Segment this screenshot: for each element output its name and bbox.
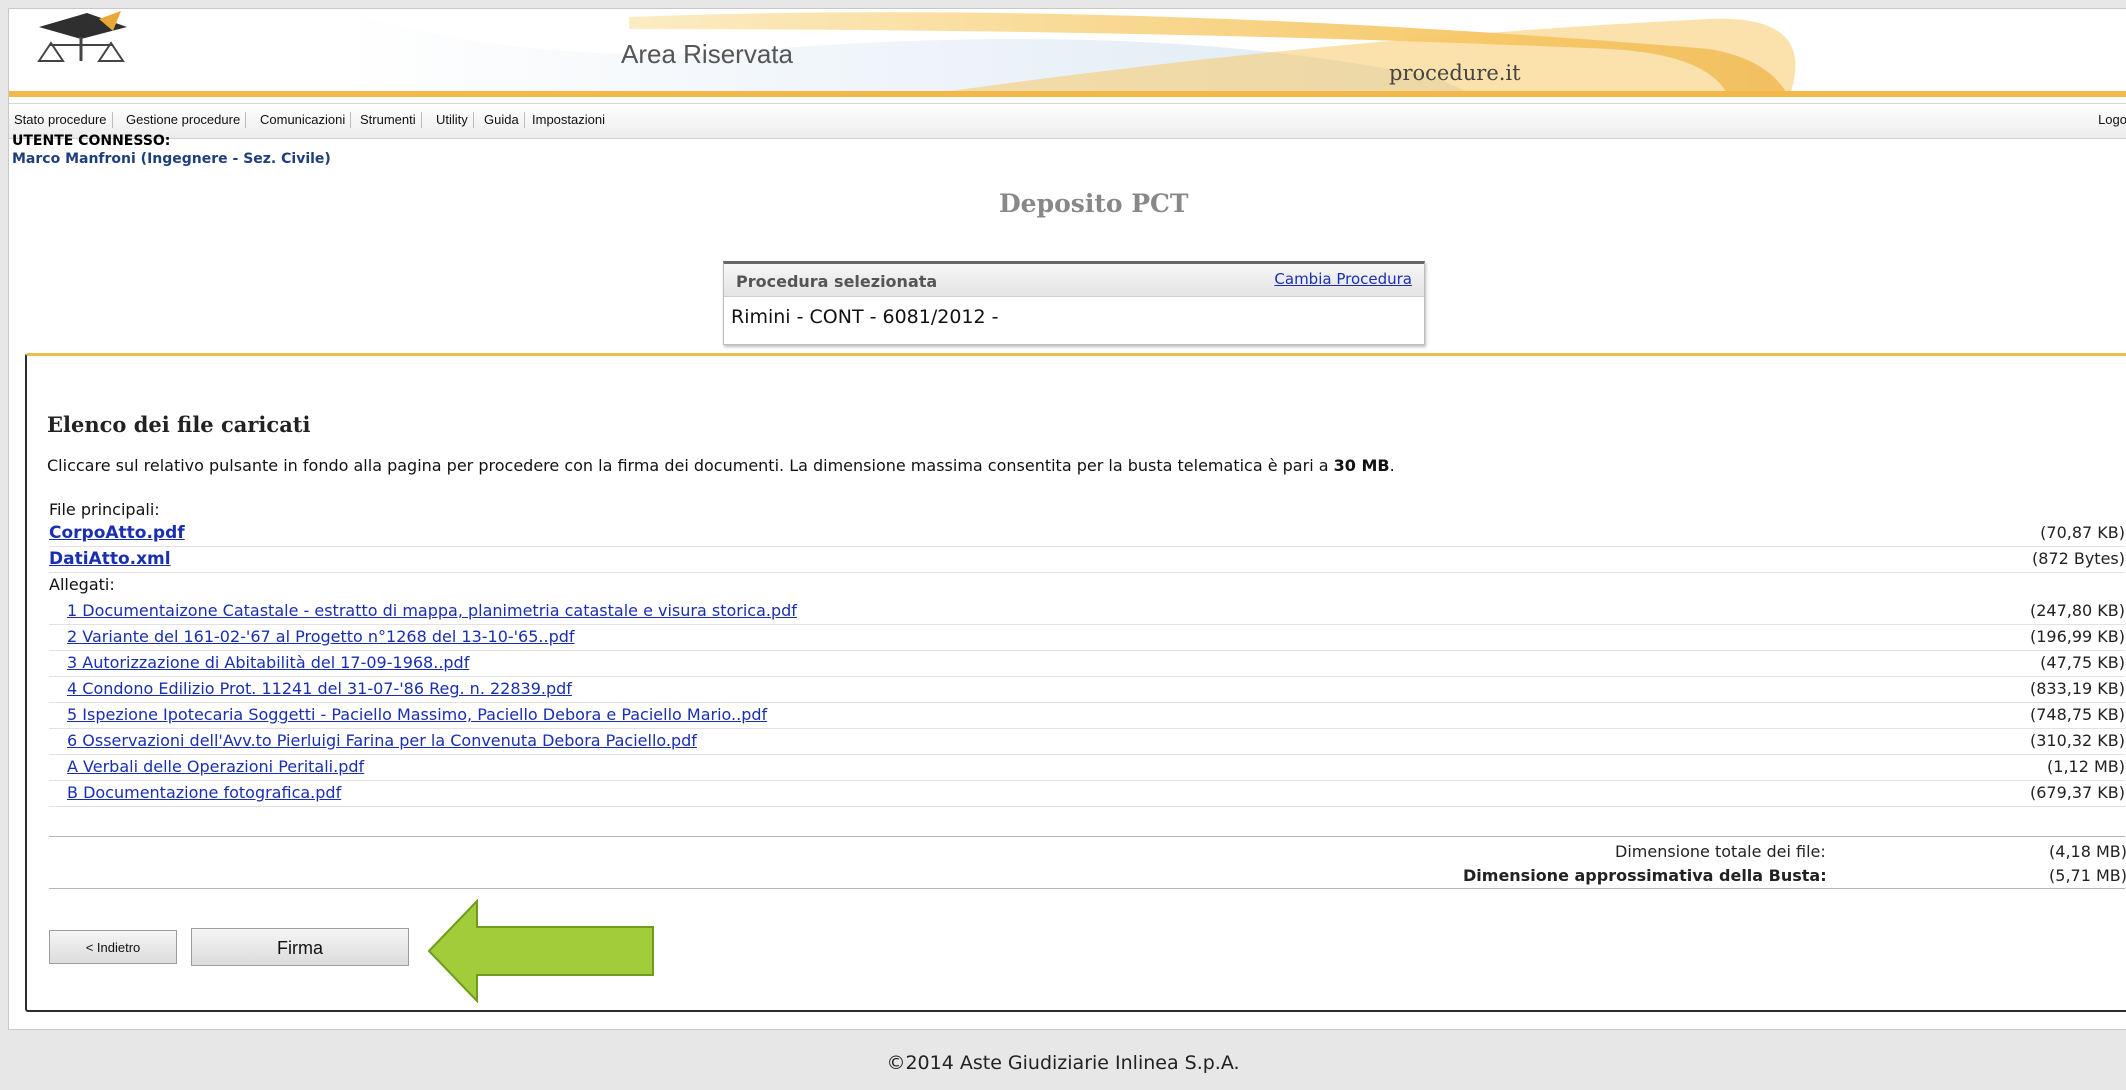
menu-impostazioni[interactable]: Impostazioni bbox=[527, 112, 610, 128]
file-size: (247,80 KB) bbox=[2029, 601, 2125, 620]
footer-copyright: ©2014 Aste Giudiziarie Inlinea S.p.A. bbox=[886, 1052, 1240, 1074]
green-arrow-icon bbox=[427, 899, 654, 1003]
section-title: Elenco dei file caricati bbox=[47, 412, 311, 437]
site-header: Area Riservata procedure.it bbox=[9, 9, 2126, 97]
procedure-box-header: Procedura selezionata Cambia Procedura bbox=[724, 264, 1424, 297]
main-files-label: File principali: bbox=[49, 500, 160, 519]
attachments-label: Allegati: bbox=[49, 575, 115, 594]
attachment-row: 5 Ispezione Ipotecaria Soggetti - Paciel… bbox=[49, 703, 2125, 729]
change-procedure-link[interactable]: Cambia Procedura bbox=[1274, 270, 1412, 288]
file-size: (196,99 KB) bbox=[2029, 627, 2125, 646]
total-size-label: Dimensione totale dei file: bbox=[1615, 842, 1826, 861]
menu-stato-procedure[interactable]: Stato procedure bbox=[9, 112, 113, 128]
attachment-row: 6 Osservazioni dell'Avv.to Pierluigi Far… bbox=[49, 729, 2125, 755]
page-title: Deposito PCT bbox=[999, 189, 1189, 218]
main-file-link[interactable]: DatiAtto.xml bbox=[49, 549, 171, 569]
attachment-link[interactable]: 2 Variante del 161-02-'67 al Progetto n°… bbox=[67, 627, 575, 646]
area-title: Area Riservata bbox=[621, 39, 793, 69]
menu-guida[interactable]: Guida bbox=[479, 112, 525, 128]
menu-comunicazioni[interactable]: Comunicazioni bbox=[255, 112, 352, 128]
main-menu: Stato procedure Gestione procedure Comun… bbox=[9, 103, 2126, 139]
connected-user-name: Marco Manfroni (Ingegnere - Sez. Civile) bbox=[12, 151, 331, 167]
attachment-link[interactable]: 1 Documentaizone Catastale - estratto di… bbox=[67, 601, 797, 620]
procedure-label: Procedura selezionata bbox=[736, 272, 938, 291]
logout-link[interactable]: Logo bbox=[2098, 112, 2126, 127]
uploaded-files-panel: Elenco dei file caricati Cliccare sul re… bbox=[25, 353, 2126, 1012]
envelope-size-label: Dimensione approssimativa della Busta: bbox=[1463, 866, 1827, 885]
file-size: (47,75 KB) bbox=[2040, 653, 2125, 672]
file-row: DatiAtto.xml (872 Bytes) bbox=[49, 547, 2125, 573]
totals-divider-bottom bbox=[49, 888, 2125, 889]
logo-text: procedure.it bbox=[1389, 61, 1521, 85]
menu-strumenti[interactable]: Strumenti bbox=[355, 112, 422, 128]
instruction-text: Cliccare sul relativo pulsante in fondo … bbox=[47, 456, 1395, 475]
scales-logo-icon bbox=[37, 11, 127, 62]
attachment-link[interactable]: 4 Condono Edilizio Prot. 11241 del 31-07… bbox=[67, 679, 572, 698]
file-size: (679,37 KB) bbox=[2029, 783, 2125, 802]
total-size-value: (4,18 MB) bbox=[2049, 842, 2126, 861]
instruction-prefix: Cliccare sul relativo pulsante in fondo … bbox=[47, 456, 1334, 475]
page-frame: Area Riservata procedure.it Stato proced… bbox=[8, 8, 2126, 1030]
sign-button[interactable]: Firma bbox=[191, 928, 409, 966]
attachment-row: 1 Documentaizone Catastale - estratto di… bbox=[49, 599, 2125, 625]
connected-user-label: UTENTE CONNESSO: bbox=[12, 133, 171, 149]
main-file-link[interactable]: CorpoAtto.pdf bbox=[49, 523, 185, 543]
attachment-link[interactable]: A Verbali delle Operazioni Peritali.pdf bbox=[67, 757, 364, 776]
file-size: (70,87 KB) bbox=[2040, 523, 2125, 542]
instruction-suffix: . bbox=[1389, 456, 1395, 475]
attachment-row: 4 Condono Edilizio Prot. 11241 del 31-07… bbox=[49, 677, 2125, 703]
file-size: (1,12 MB) bbox=[2047, 757, 2125, 776]
menu-utility[interactable]: Utility bbox=[431, 112, 474, 128]
attachment-link[interactable]: B Documentazione fotografica.pdf bbox=[67, 783, 341, 802]
menu-gestione-procedure[interactable]: Gestione procedure bbox=[121, 112, 247, 128]
file-size: (310,32 KB) bbox=[2029, 731, 2125, 750]
envelope-size-value: (5,71 MB) bbox=[2049, 866, 2126, 885]
attachment-row: 3 Autorizzazione di Abitabilità del 17-0… bbox=[49, 651, 2125, 677]
back-button[interactable]: < Indietro bbox=[49, 930, 177, 964]
attachment-row: A Verbali delle Operazioni Peritali.pdf … bbox=[49, 755, 2125, 781]
file-row: CorpoAtto.pdf (70,87 KB) bbox=[49, 521, 2125, 547]
selected-procedure-box: Procedura selezionata Cambia Procedura R… bbox=[723, 261, 1425, 345]
procedure-value: Rimini - CONT - 6081/2012 - bbox=[731, 306, 999, 328]
file-size: (872 Bytes) bbox=[2031, 549, 2125, 568]
attachment-link[interactable]: 6 Osservazioni dell'Avv.to Pierluigi Far… bbox=[67, 731, 697, 750]
file-size: (748,75 KB) bbox=[2029, 705, 2125, 724]
attachment-link[interactable]: 3 Autorizzazione di Abitabilità del 17-0… bbox=[67, 653, 469, 672]
header-swoosh-graphic bbox=[9, 9, 2126, 97]
file-size: (833,19 KB) bbox=[2029, 679, 2125, 698]
totals-divider bbox=[49, 836, 2125, 837]
instruction-max-size: 30 MB bbox=[1333, 456, 1390, 475]
attachment-link[interactable]: 5 Ispezione Ipotecaria Soggetti - Paciel… bbox=[67, 705, 767, 724]
attachment-row: 2 Variante del 161-02-'67 al Progetto n°… bbox=[49, 625, 2125, 651]
attachment-row: B Documentazione fotografica.pdf (679,37… bbox=[49, 781, 2125, 807]
